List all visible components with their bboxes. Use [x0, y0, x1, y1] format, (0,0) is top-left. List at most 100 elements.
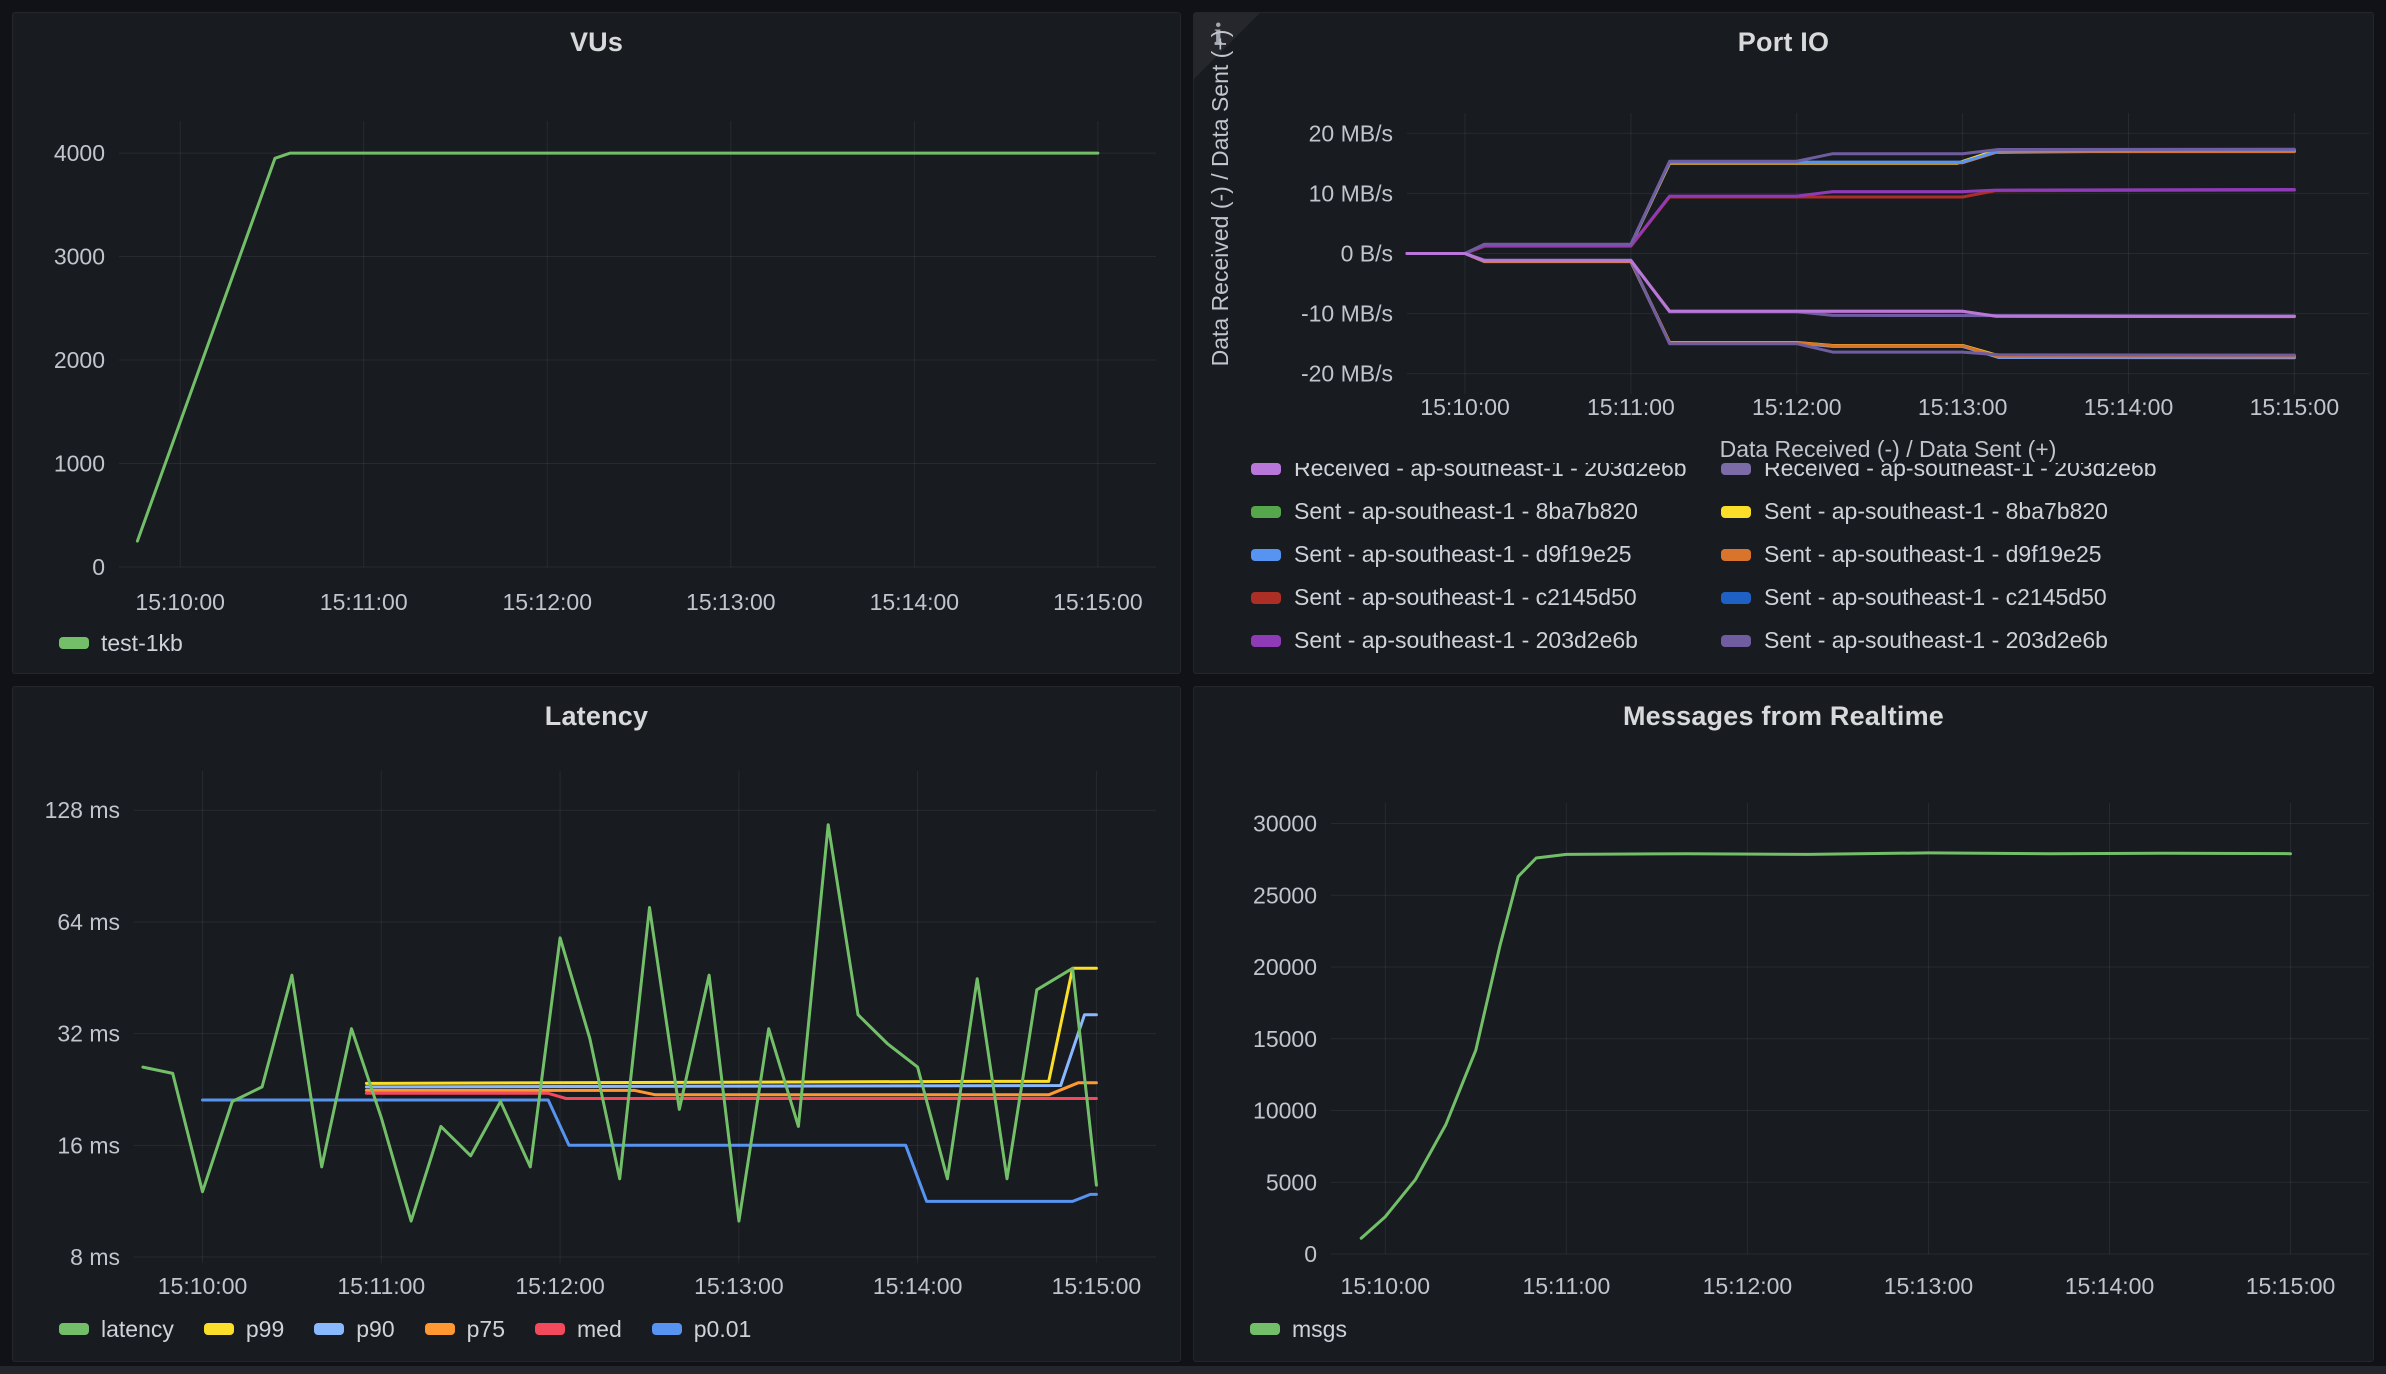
legend-label: p75	[467, 1316, 505, 1343]
x-tick-label: 15:10:00	[158, 1273, 248, 1299]
y-tick-label: 4000	[54, 140, 105, 166]
series-line-sent-ap-southeast-1-203d2e6b	[1407, 254, 2294, 356]
legend-item[interactable]: p0.01	[652, 1316, 752, 1343]
x-tick-label: 15:11:00	[1587, 394, 1675, 420]
series-line-sent-ap-southeast-1-203d2e6b	[1407, 149, 2294, 253]
legend-swatch-icon	[204, 1323, 234, 1335]
legend-item[interactable]: Sent - ap-southeast-1 - c2145d50	[1721, 576, 2157, 619]
legend-label: Sent - ap-southeast-1 - d9f19e25	[1294, 541, 1632, 568]
portio-legend: Received - ap-southeast-1 - 203d2e6b Sent…	[1194, 463, 2373, 674]
legend-item[interactable]: p75	[425, 1316, 505, 1343]
y-tick-label: 32 ms	[57, 1021, 120, 1047]
legend-item[interactable]: latency	[59, 1316, 174, 1343]
legend-item[interactable]: msgs	[1250, 1316, 1347, 1343]
y-tick-label: 20 MB/s	[1309, 120, 1393, 146]
legend-item[interactable]: test-1kb	[59, 630, 183, 657]
legend-item[interactable]: Sent - ap-southeast-1 - d9f19e25	[1251, 533, 1687, 576]
legend-label: test-1kb	[101, 630, 183, 657]
legend-label: Sent - ap-southeast-1 - 203d2e6b	[1764, 627, 2108, 654]
x-tick-label: 15:12:00	[515, 1273, 605, 1299]
y-tick-label: -10 MB/s	[1301, 301, 1393, 327]
legend-label: Sent - ap-southeast-1 - c2145d50	[1764, 584, 2107, 611]
legend-label: Received - ap-southeast-1 - 203d2e6b	[1294, 463, 1687, 482]
legend-label: Sent - ap-southeast-1 - 8ba7b820	[1294, 498, 1638, 525]
legend-swatch-icon	[535, 1323, 565, 1335]
x-tick-label: 15:15:00	[1053, 589, 1143, 615]
series-line-sent-ap-southeast-1-c2145d50	[1407, 254, 2294, 358]
x-tick-label: 15:13:00	[1918, 394, 2008, 420]
panel-portio: i Port IO 15:10:0015:11:0015:12:0015:13:…	[1193, 12, 2374, 674]
vus-chart: 15:10:0015:11:0015:12:0015:13:0015:14:00…	[13, 13, 1180, 673]
x-tick-label: 15:10:00	[1341, 1273, 1431, 1299]
legend-swatch-icon	[652, 1323, 682, 1335]
legend-item[interactable]: Received - ap-southeast-1 - 203d2e6b	[1721, 463, 2157, 490]
y-tick-label: 3000	[54, 244, 105, 270]
y-tick-label: 16 ms	[57, 1132, 120, 1158]
y-tick-label: 0	[1304, 1241, 1317, 1267]
legend-item[interactable]: Sent - ap-southeast-1 - d9f19e25	[1721, 533, 2157, 576]
y-tick-label: 1000	[54, 451, 105, 477]
legend-swatch-icon	[1721, 592, 1751, 604]
messages-legend: msgs	[1250, 1315, 1347, 1343]
x-tick-label: 15:10:00	[135, 589, 225, 615]
legend-label: med	[577, 1316, 622, 1343]
legend-label: Sent - ap-southeast-1 - d9f19e25	[1764, 541, 2102, 568]
vus-legend: test-1kb	[59, 629, 183, 657]
legend-swatch-icon	[59, 1323, 89, 1335]
portio-legend-column-left: Received - ap-southeast-1 - 203d2e6b Sent…	[1251, 463, 1687, 662]
y-tick-label: 20000	[1253, 954, 1317, 980]
y-tick-label: 128 ms	[45, 797, 120, 823]
y-tick-label: 0 B/s	[1341, 241, 1393, 267]
y-tick-label: -20 MB/s	[1301, 361, 1393, 387]
panel-latency: Latency 15:10:0015:11:0015:12:0015:13:00…	[12, 686, 1181, 1362]
page-bottom-strip	[0, 1366, 2386, 1374]
grafana-dashboard: VUs 15:10:0015:11:0015:12:0015:13:0015:1…	[0, 0, 2386, 1374]
legend-item[interactable]: Sent - ap-southeast-1 - 8ba7b820	[1251, 490, 1687, 533]
legend-swatch-icon	[1251, 635, 1281, 647]
legend-swatch-icon	[314, 1323, 344, 1335]
portio-legend-column-right: Received - ap-southeast-1 - 203d2e6b Sent…	[1721, 463, 2157, 662]
legend-label: p0.01	[694, 1316, 752, 1343]
x-tick-label: 15:15:00	[2246, 1273, 2336, 1299]
series-line-p0-01	[203, 1100, 1097, 1201]
series-line-msgs	[1361, 853, 2290, 1238]
x-tick-label: 15:12:00	[1752, 394, 1842, 420]
legend-swatch-icon	[1251, 506, 1281, 518]
legend-item[interactable]: med	[535, 1316, 622, 1343]
legend-swatch-icon	[1251, 549, 1281, 561]
series-line-sent-ap-southeast-1-8ba7b820	[1407, 151, 2294, 254]
panel-messages: Messages from Realtime 15:10:0015:11:001…	[1193, 686, 2374, 1362]
legend-label: Sent - ap-southeast-1 - 8ba7b820	[1764, 498, 2108, 525]
x-tick-label: 15:15:00	[1052, 1273, 1142, 1299]
series-line-sent-ap-southeast-1-d9f19e25	[1407, 152, 2294, 254]
y-tick-label: 2000	[54, 347, 105, 373]
y-tick-label: 25000	[1253, 882, 1317, 908]
legend-item[interactable]: Sent - ap-southeast-1 - 203d2e6b	[1251, 619, 1687, 662]
messages-chart: 15:10:0015:11:0015:12:0015:13:0015:14:00…	[1194, 687, 2373, 1361]
legend-swatch-icon	[1721, 463, 1751, 475]
legend-swatch-icon	[1250, 1323, 1280, 1335]
y-tick-label: 10000	[1253, 1098, 1317, 1124]
x-tick-label: 15:11:00	[320, 589, 408, 615]
y-tick-label: 8 ms	[70, 1244, 120, 1270]
series-line-sent-ap-southeast-1-d9f19e25	[1407, 254, 2294, 357]
x-tick-label: 15:13:00	[694, 1273, 784, 1299]
x-tick-label: 15:14:00	[2084, 394, 2174, 420]
legend-item[interactable]: Sent - ap-southeast-1 - 203d2e6b	[1721, 619, 2157, 662]
x-tick-label: 15:14:00	[870, 589, 960, 615]
y-tick-label: 64 ms	[57, 909, 120, 935]
x-tick-label: 15:15:00	[2250, 394, 2340, 420]
legend-swatch-icon	[1721, 549, 1751, 561]
legend-item[interactable]: Sent - ap-southeast-1 - 8ba7b820	[1721, 490, 2157, 533]
legend-item[interactable]: Received - ap-southeast-1 - 203d2e6b	[1251, 463, 1687, 490]
legend-item[interactable]: Sent - ap-southeast-1 - c2145d50	[1251, 576, 1687, 619]
legend-item[interactable]: p99	[204, 1316, 284, 1343]
y-axis-title: Data Received (-) / Data Sent (+)	[1207, 30, 1233, 367]
legend-item[interactable]: p90	[314, 1316, 394, 1343]
panel-vus: VUs 15:10:0015:11:0015:12:0015:13:0015:1…	[12, 12, 1181, 674]
x-tick-label: 15:14:00	[873, 1273, 963, 1299]
y-tick-label: 30000	[1253, 811, 1317, 837]
x-tick-label: 15:11:00	[1522, 1273, 1610, 1299]
series-line-p99	[366, 968, 1096, 1083]
latency-legend: latency p99 p90 p75 med p0.01	[59, 1315, 751, 1343]
